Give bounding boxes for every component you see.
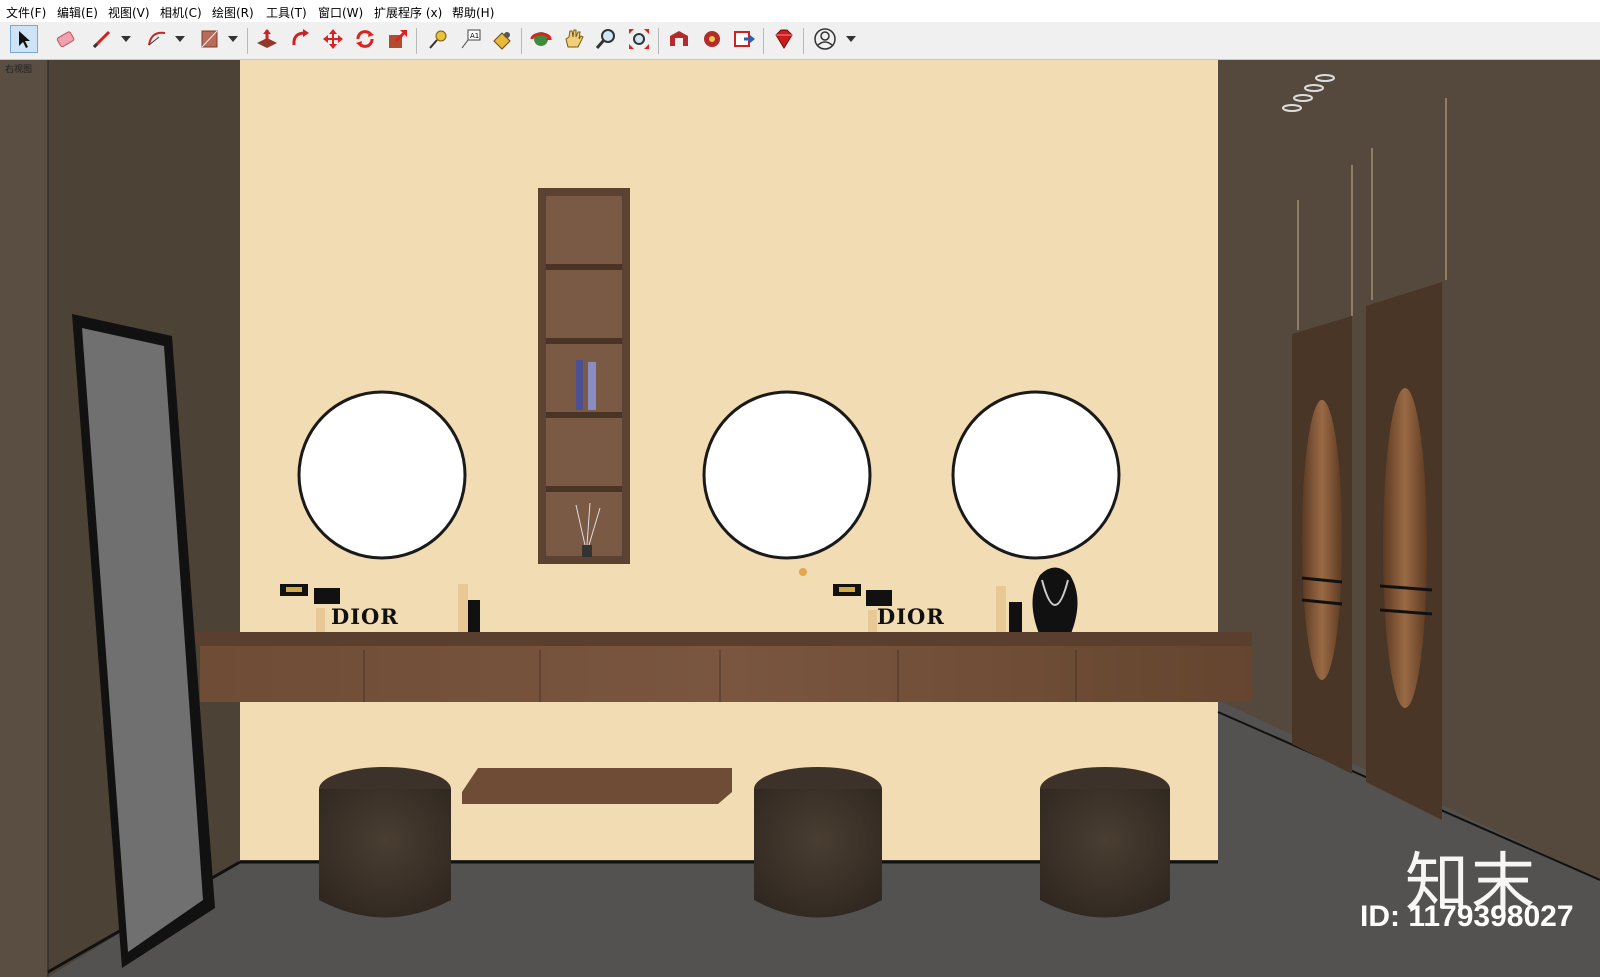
move-icon[interactable]	[319, 25, 347, 53]
main-toolbar: A1	[0, 22, 1600, 60]
paint-icon[interactable]	[488, 25, 516, 53]
menu-draw[interactable]: 绘图(R)	[212, 4, 254, 21]
rotate-icon[interactable]	[351, 25, 379, 53]
dior-sign-right: DIOR	[877, 604, 945, 629]
svg-text:A1: A1	[470, 32, 479, 40]
eraser-icon[interactable]	[52, 25, 80, 53]
zoom-icon[interactable]	[592, 25, 620, 53]
toolbar-separator	[763, 28, 764, 54]
follow-me-icon[interactable]	[287, 25, 315, 53]
orbit-icon[interactable]	[527, 25, 555, 53]
menu-camera[interactable]: 相机(C)	[160, 4, 202, 21]
toolbar-separator	[658, 28, 659, 54]
ruby-icon[interactable]	[770, 25, 798, 53]
tape-measure-icon[interactable]	[424, 25, 452, 53]
push-pull-icon[interactable]	[253, 25, 281, 53]
layout-send-icon[interactable]	[730, 25, 758, 53]
toolbar-separator	[521, 28, 522, 54]
menu-edit[interactable]: 编辑(E)	[57, 4, 98, 21]
view-name-label: 右视图	[5, 65, 33, 75]
toolbar-separator	[247, 28, 248, 54]
warehouse-icon[interactable]	[665, 25, 693, 53]
account-icon[interactable]	[811, 25, 839, 53]
select-icon[interactable]	[10, 25, 38, 53]
toolbar-separator	[803, 28, 804, 54]
menu-bar: 文件(F) 编辑(E) 视图(V) 相机(C) 绘图(R) 工具(T) 窗口(W…	[0, 0, 1600, 22]
zoom-extents-icon[interactable]	[625, 25, 653, 53]
scale-icon[interactable]	[384, 25, 412, 53]
menu-help[interactable]: 帮助(H)	[452, 4, 494, 21]
pan-icon[interactable]	[560, 25, 588, 53]
watermark-id: ID: 1179398027	[1360, 900, 1574, 933]
extension-warehouse-icon[interactable]	[698, 25, 726, 53]
menu-tools[interactable]: 工具(T)	[266, 4, 307, 21]
menu-window[interactable]: 窗口(W)	[318, 4, 363, 21]
arc-icon[interactable]	[143, 25, 171, 53]
dior-sign-left: DIOR	[331, 604, 399, 629]
menu-extensions[interactable]: 扩展程序 (x)	[374, 4, 442, 21]
pencil-icon[interactable]	[88, 25, 116, 53]
account-dropdown-icon[interactable]	[846, 36, 856, 42]
menu-view[interactable]: 视图(V)	[108, 4, 150, 21]
toolbar-separator	[416, 28, 417, 54]
model-viewport[interactable]: 右视图 DIOR DIOR 知末 ID: 1179398027	[0, 60, 1600, 977]
text-label-icon[interactable]: A1	[457, 25, 485, 53]
pencil-dropdown-icon[interactable]	[121, 36, 131, 42]
scene-render	[0, 60, 1600, 977]
shape-dropdown-icon[interactable]	[228, 36, 238, 42]
menu-file[interactable]: 文件(F)	[6, 4, 46, 21]
paint-bucket-icon[interactable]	[195, 25, 223, 53]
arc-dropdown-icon[interactable]	[175, 36, 185, 42]
